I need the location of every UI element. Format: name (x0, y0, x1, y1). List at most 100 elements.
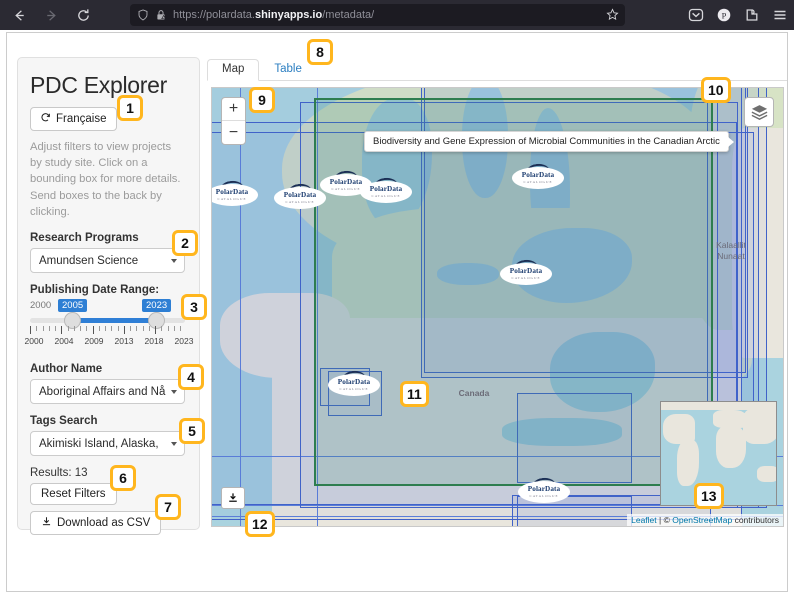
marker-label-top: PolarData (330, 179, 362, 186)
slider-tick (61, 326, 62, 334)
language-toggle-button[interactable]: Française (30, 107, 117, 131)
slider-min-label: 2000 (30, 300, 51, 311)
marker-label-bottom: CATALOGUE (523, 181, 552, 184)
research-programs-select[interactable]: Amundsen Science (30, 248, 185, 273)
tags-search-value: Akimiski Island, Alaska, (39, 438, 159, 450)
date-range-group: Publishing Date Range: 2000 2005 2023 20… (30, 284, 187, 352)
polardata-marker-icon: PolarData CATALOGUE (360, 181, 412, 203)
author-name-select[interactable]: Aboriginal Affairs and Nå (30, 379, 185, 404)
url-protocol: https:// (173, 9, 206, 21)
marker-label-top: PolarData (370, 186, 402, 193)
slider-tick-label: 2009 (85, 336, 104, 346)
url-path: /metadata/ (322, 9, 374, 21)
annotation-badge-11: 11 (400, 381, 429, 407)
annotation-badge-2: 2 (172, 230, 198, 256)
slider-tick (49, 326, 50, 331)
toolbar-right-icons: P (687, 0, 788, 30)
slider-tick (111, 326, 112, 331)
shield-icon (137, 9, 149, 21)
slider-tick (149, 326, 150, 331)
project-marker[interactable]: PolarData CATALOGUE (512, 164, 564, 190)
project-marker[interactable]: PolarData CATALOGUE (211, 181, 258, 207)
address-bar[interactable]: https://polardata.shinyapps.io/metadata/ (130, 4, 625, 26)
bbox-selected-project[interactable] (314, 98, 713, 486)
results-count: Results: 13 (30, 467, 187, 479)
date-range-slider[interactable]: 2000 2005 2023 200020042009201320182023 (30, 300, 185, 352)
slider-tick (43, 326, 44, 331)
leaflet-link[interactable]: Leaflet (631, 515, 657, 525)
project-marker[interactable]: PolarData CATALOGUE (328, 371, 380, 397)
slider-range-fill (72, 318, 156, 323)
annotation-badge-7: 7 (155, 494, 181, 520)
back-button[interactable] (6, 2, 32, 28)
annotation-badge-5: 5 (179, 418, 205, 444)
zoom-in-button[interactable]: + (222, 98, 245, 121)
reset-filters-button[interactable]: Reset Filters (30, 483, 117, 505)
slider-tick (143, 326, 144, 331)
filter-sidebar: PDC Explorer Française Adjust filters to… (17, 57, 200, 530)
slider-low-value: 2005 (58, 299, 87, 312)
svg-text:P: P (721, 10, 726, 20)
language-toggle-label: Française (56, 113, 107, 125)
chevron-down-icon (171, 259, 177, 263)
project-marker[interactable]: PolarData CATALOGUE (274, 184, 326, 210)
marker-label-bottom: CATALOGUE (339, 388, 368, 391)
openstreetmap-link[interactable]: OpenStreetMap (672, 515, 732, 525)
project-marker[interactable]: PolarData CATALOGUE (360, 178, 412, 204)
slider-tick (105, 326, 106, 331)
tab-map[interactable]: Map (207, 59, 259, 81)
tags-search-select[interactable]: Akimiski Island, Alaska, (30, 431, 185, 456)
layers-icon (750, 103, 769, 122)
extensions-icon[interactable] (743, 7, 760, 24)
minimap-arctic (661, 402, 777, 410)
leaflet-map[interactable]: KalaallitNunaat Canada PolarData CATALOG… (211, 87, 784, 527)
research-programs-group: Research Programs Amundsen Science (30, 232, 187, 273)
account-icon[interactable]: P (715, 7, 732, 24)
marker-label-top: PolarData (510, 268, 542, 275)
slider-tick (74, 326, 75, 331)
marker-label-top: PolarData (284, 192, 316, 199)
marker-label-bottom: CATALOGUE (217, 198, 246, 201)
polardata-marker-icon: PolarData CATALOGUE (512, 167, 564, 189)
marker-label-top: PolarData (338, 379, 370, 386)
slider-tick (93, 326, 94, 334)
project-tooltip: Biodiversity and Gene Expression of Micr… (364, 131, 729, 152)
marker-label-top: PolarData (216, 189, 248, 196)
attribution-separator: | © (657, 515, 673, 525)
slider-tick-label: 2018 (145, 336, 164, 346)
hamburger-menu-icon[interactable] (771, 7, 788, 24)
attribution-tail: contributors (732, 515, 779, 525)
slider-tick (168, 326, 169, 331)
zoom-control: + − (221, 97, 246, 145)
slider-tick (124, 326, 125, 334)
slider-tick-label: 2004 (55, 336, 74, 346)
polardata-marker-icon: PolarData CATALOGUE (500, 263, 552, 285)
project-marker[interactable]: PolarData CATALOGUE (500, 260, 552, 286)
pocket-icon[interactable] (687, 7, 704, 24)
map-attribution: Leaflet | © OpenStreetMap contributors (627, 514, 783, 526)
slider-tick-label: 2023 (175, 336, 194, 346)
annotation-badge-6: 6 (110, 465, 136, 491)
forward-button[interactable] (38, 2, 64, 28)
download-csv-label: Download as CSV (57, 517, 150, 529)
project-marker[interactable]: PolarData CATALOGUE (518, 478, 570, 504)
slider-tick (180, 326, 181, 331)
polardata-marker-icon: PolarData CATALOGUE (274, 187, 326, 209)
map-download-button[interactable] (221, 487, 245, 509)
download-csv-button[interactable]: Download as CSV (30, 511, 161, 535)
bookmark-star-icon[interactable] (606, 8, 619, 24)
polardata-marker-icon: PolarData CATALOGUE (518, 481, 570, 503)
annotation-badge-12: 12 (245, 511, 275, 537)
reload-button[interactable] (70, 2, 96, 28)
annotation-badge-3: 3 (181, 294, 207, 320)
annotation-badge-1: 1 (117, 95, 143, 121)
page-title: PDC Explorer (30, 72, 187, 99)
slider-tick (118, 326, 119, 331)
layers-control-button[interactable] (744, 97, 774, 127)
author-name-group: Author Name Aboriginal Affairs and Nå (30, 363, 187, 404)
annotation-badge-13: 13 (694, 483, 724, 509)
marker-label-bottom: CATALOGUE (529, 495, 558, 498)
zoom-out-button[interactable]: − (222, 121, 245, 144)
annotation-badge-9: 9 (249, 87, 275, 113)
slider-tick (30, 326, 31, 334)
